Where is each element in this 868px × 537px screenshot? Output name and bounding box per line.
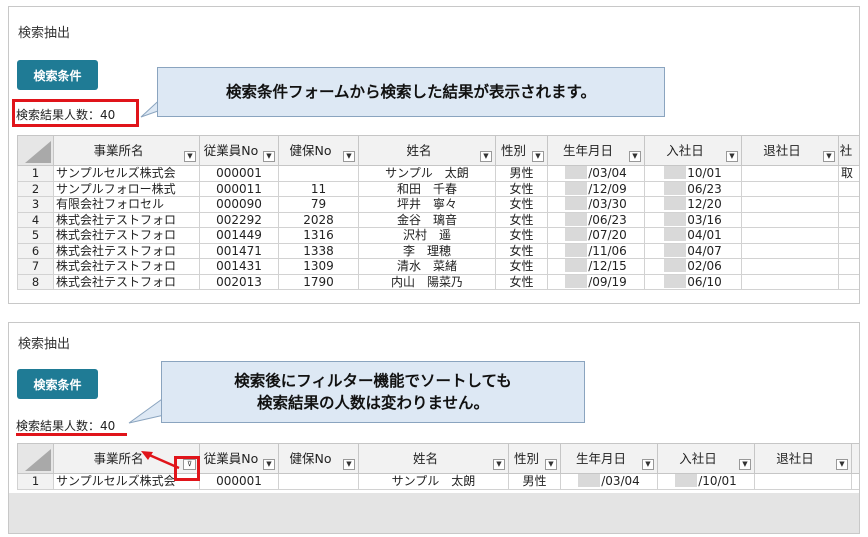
redacted-year [565, 274, 588, 288]
header-leave-date[interactable]: 退社日 ▼ [741, 135, 839, 166]
dropdown-arrow-icon[interactable]: ▼ [263, 459, 275, 470]
redacted-year [664, 259, 687, 273]
redacted-year [664, 166, 687, 180]
dropdown-arrow-icon[interactable]: ▼ [739, 459, 751, 470]
redacted-year [664, 228, 687, 242]
table-row[interactable]: 7 株式会社テストフォロ 001431 1309 清水 菜緒 女性/12/15 02/06 [17, 258, 859, 275]
redacted-year [664, 197, 687, 211]
redacted-year [565, 228, 588, 242]
search-conditions-button[interactable]: 検索条件 [17, 60, 98, 90]
header-join-date[interactable]: 入社日 ▼ [644, 135, 742, 166]
dropdown-arrow-icon[interactable]: ▼ [726, 151, 738, 162]
redacted-year [565, 243, 588, 257]
redacted-year [565, 212, 588, 226]
header-insurance-no[interactable]: 健保No ▼ [278, 135, 359, 166]
search-result-panel-2: 検索抽出 検索条件 検索結果人数：40 検索後にフィルター機能でソートしても 検… [8, 322, 860, 534]
header-name[interactable]: 姓名 ▼ [358, 443, 509, 474]
results-table: 事業所名 ▼ 従業員No ▼ 健保No ▼ 姓名 ▼ 性別 ▼ 生年月日 ▼ 入社日 ▼ 退社… [17, 135, 859, 290]
table-row[interactable]: 8 株式会社テストフォロ 002013 1790 内山 陽菜乃 女性/09/19 06/10 [17, 273, 859, 290]
header-join-date[interactable]: 入社日 ▼ [657, 443, 755, 474]
callout-line-1: 検索後にフィルター機能でソートしても [234, 371, 512, 390]
table-row[interactable]: 5 株式会社テストフォロ 001449 1316 沢村 遥女性/07/20 04/01 [17, 227, 859, 244]
dropdown-arrow-icon[interactable]: ▼ [823, 151, 835, 162]
header-extra[interactable] [851, 443, 859, 474]
redacted-year [664, 212, 687, 226]
dropdown-arrow-icon[interactable]: ▼ [629, 151, 641, 162]
panel-title: 検索抽出 [18, 337, 71, 352]
redacted-year [565, 181, 588, 195]
redacted-year [565, 259, 588, 273]
header-insurance-no[interactable]: 健保No ▼ [278, 443, 359, 474]
table-row[interactable]: 1 サンプルセルズ株式会 000001 サンプル 太朗 男性/03/04 10/01 取 [17, 165, 859, 182]
redacted-year [675, 474, 698, 488]
redacted-year [565, 197, 588, 211]
header-sex[interactable]: 性別 ▼ [508, 443, 561, 474]
empty-grid-area [9, 493, 859, 533]
table-row[interactable]: 4 株式会社テストフォロ 002292 2028 金谷 璃音 女性/06/23 03/16 [17, 211, 859, 228]
search-conditions-button[interactable]: 検索条件 [17, 369, 98, 399]
table-row[interactable]: 3 有限会社フォロセル 000090 79 坪井 寧々 女性/03/30 12/20 [17, 196, 859, 213]
select-all-corner[interactable] [17, 135, 54, 166]
table-row[interactable]: 2 サンプルフォロー株式 000011 11 和田 千春 女性/12/09 06/23 [17, 180, 859, 197]
header-name[interactable]: 姓名 ▼ [358, 135, 496, 166]
header-employee-no[interactable]: 従業員No ▼ [199, 443, 279, 474]
search-result-panel-1: 検索抽出 検索条件 検索結果人数：40 検索条件フォームから検索した結果が表示さ… [8, 6, 860, 304]
dropdown-arrow-icon[interactable]: ▼ [836, 459, 848, 470]
header-birthdate[interactable]: 生年月日 ▼ [560, 443, 658, 474]
filter-pointer-arrow [141, 451, 180, 470]
header-birthdate[interactable]: 生年月日 ▼ [547, 135, 645, 166]
table-row[interactable]: 1 サンプルセルズ株式会 000001 サンプル 太朗 男性 /03/04 /1… [17, 473, 859, 490]
dropdown-arrow-icon[interactable]: ▼ [642, 459, 654, 470]
callout-line-2: 検索結果の人数は変わりません。 [256, 394, 490, 412]
redacted-year [664, 274, 687, 288]
result-count-label: 検索結果人数：40 [16, 419, 116, 433]
dropdown-arrow-icon[interactable]: ▼ [343, 459, 355, 470]
header-leave-date[interactable]: 退社日 ▼ [754, 443, 852, 474]
dropdown-arrow-icon[interactable]: ▼ [532, 151, 544, 162]
panel-title: 検索抽出 [18, 26, 71, 41]
dropdown-arrow-icon[interactable]: ▼ [343, 151, 355, 162]
dropdown-arrow-icon[interactable]: ▼ [545, 459, 557, 470]
dropdown-arrow-icon[interactable]: ▼ [480, 151, 492, 162]
table-row[interactable]: 6 株式会社テストフォロ 001471 1338 李 理穂 女性/11/06 04/07 [17, 242, 859, 259]
header-employee-no[interactable]: 従業員No ▼ [199, 135, 279, 166]
count-underline [16, 433, 127, 436]
redacted-year [565, 166, 588, 180]
callout-box: 検索後にフィルター機能でソートしても 検索結果の人数は変わりません。 [161, 361, 585, 423]
dropdown-arrow-icon[interactable]: ▼ [184, 151, 196, 162]
header-office[interactable]: 事業所名 ▼ [53, 135, 200, 166]
dropdown-arrow-icon[interactable]: ▼ [493, 459, 505, 470]
redacted-year [664, 181, 687, 195]
select-all-corner[interactable] [17, 443, 54, 474]
dropdown-arrow-icon[interactable]: ▼ [263, 151, 275, 162]
callout-box: 検索条件フォームから検索した結果が表示されます。 [157, 67, 665, 117]
header-extra[interactable]: 社 [838, 135, 859, 166]
redacted-year [664, 243, 687, 257]
count-highlight-box [12, 99, 139, 127]
redacted-year [578, 474, 601, 488]
header-sex[interactable]: 性別 ▼ [495, 135, 548, 166]
